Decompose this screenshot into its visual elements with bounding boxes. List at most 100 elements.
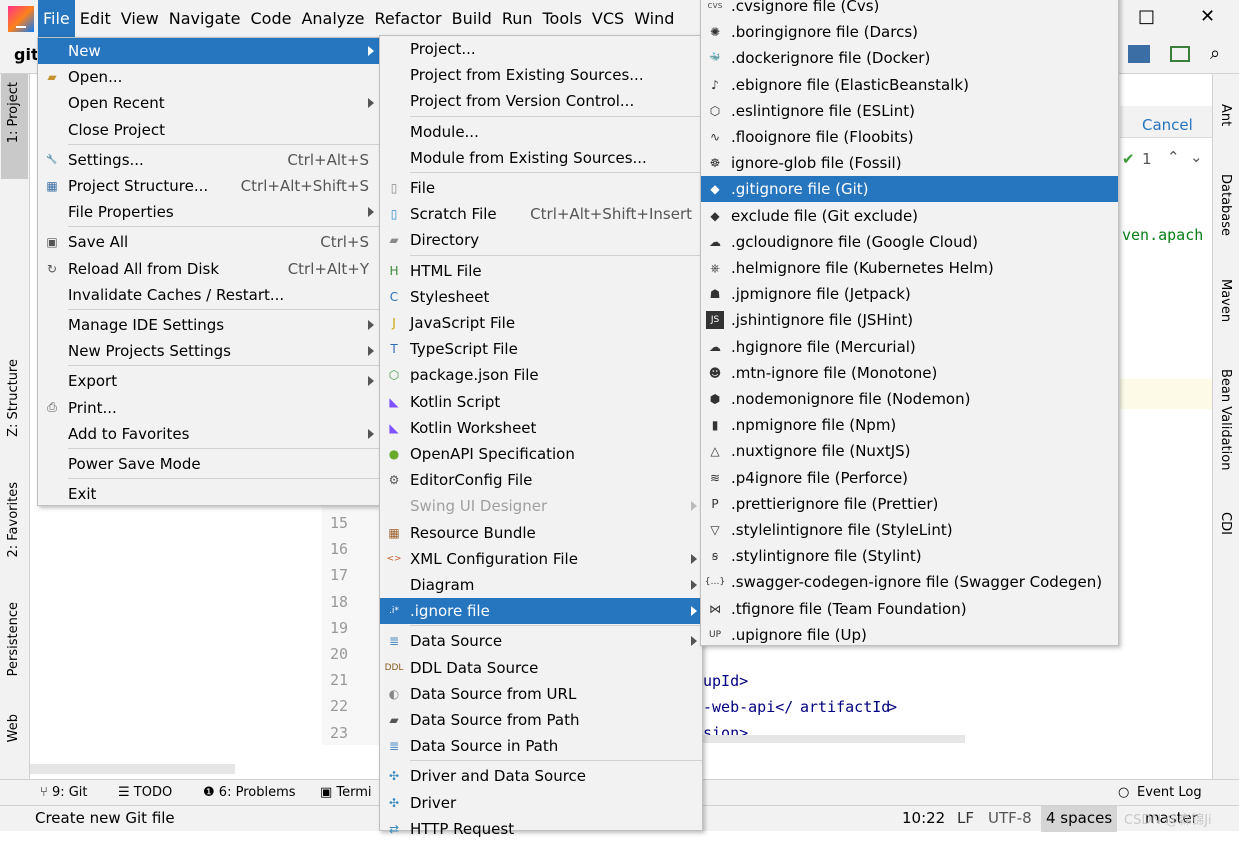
file_menu-item[interactable]: Close Project xyxy=(38,117,379,143)
new_menu-item[interactable]: Project... xyxy=(380,36,702,62)
file_menu-item[interactable]: Export xyxy=(38,368,379,394)
project-tab[interactable]: 1: Project xyxy=(6,82,21,143)
new_menu-item[interactable]: Module... xyxy=(380,119,702,145)
maven-tab[interactable]: Maven xyxy=(1218,279,1233,322)
ignore_menu-item[interactable]: JS .jshintignore file (JSHint) xyxy=(701,307,1118,333)
ignore_menu-item[interactable]: P .prettierignore file (Prettier) xyxy=(701,491,1118,517)
ignore_menu-item[interactable]: ♪ .ebignore file (ElasticBeanstalk) xyxy=(701,72,1118,98)
file_menu-item[interactable]: File Properties xyxy=(38,199,379,225)
next-highlight-button[interactable]: ⌄ xyxy=(1190,148,1203,166)
cdi-tab[interactable]: CDI xyxy=(1218,512,1233,535)
ignore_menu-item[interactable]: ⋈ .tfignore file (Team Foundation) xyxy=(701,596,1118,622)
ignore_menu-item[interactable]: cvs .cvsignore file (Cvs) xyxy=(701,0,1118,19)
ignore_menu-item[interactable]: ꞩ .stylintignore file (Stylint) xyxy=(701,543,1118,569)
ignore_menu-item[interactable]: ✺ .boringignore file (Darcs) xyxy=(701,19,1118,45)
file_menu-item[interactable]: ▣ Save All Ctrl+S xyxy=(38,229,379,255)
file-encoding[interactable]: UTF-8 xyxy=(988,809,1032,827)
ignore_menu-item[interactable]: ∿ .flooignore file (Floobits) xyxy=(701,124,1118,150)
file_menu-item[interactable]: Exit xyxy=(38,481,379,507)
ignore_menu-item[interactable]: ◆ exclude file (Git exclude) xyxy=(701,203,1118,229)
file_menu-item[interactable]: Power Save Mode xyxy=(38,451,379,477)
new_menu-item[interactable]: ◐ Data Source from URL xyxy=(380,681,702,707)
caret-position[interactable]: 10:22 xyxy=(902,809,945,827)
ignore_menu-item[interactable]: ☁ .gcloudignore file (Google Cloud) xyxy=(701,229,1118,255)
new_menu-item[interactable]: ⚙ EditorConfig File xyxy=(380,467,702,493)
ignore_menu-item[interactable]: {…} .swagger-codegen-ignore file (Swagger… xyxy=(701,569,1118,595)
new_menu-item[interactable]: ≣ Data Source in Path xyxy=(380,733,702,759)
new_menu-item[interactable]: ● OpenAPI Specification xyxy=(380,441,702,467)
new_menu-item[interactable]: Module from Existing Sources... xyxy=(380,145,702,171)
menu-build[interactable]: Build xyxy=(447,0,497,37)
menu-analyze[interactable]: Analyze xyxy=(296,0,369,37)
file_menu-item[interactable]: 🔧 Settings... Ctrl+Alt+S xyxy=(38,147,379,173)
new_menu-item[interactable]: J JavaScript File xyxy=(380,310,702,336)
file_menu-item[interactable]: ↻ Reload All from Disk Ctrl+Alt+Y xyxy=(38,256,379,282)
menu-wind[interactable]: Wind xyxy=(629,0,679,37)
file_menu-item[interactable]: ▰ Open... xyxy=(38,64,379,90)
new_menu-item[interactable]: Project from Existing Sources... xyxy=(380,62,702,88)
new_menu-item[interactable]: ✣ Driver and Data Source xyxy=(380,763,702,789)
file_menu-item[interactable]: Open Recent xyxy=(38,90,379,116)
project-structure-icon[interactable] xyxy=(1128,45,1150,63)
new_menu-item[interactable]: ≣ Data Source xyxy=(380,628,702,654)
ignore_menu-item[interactable]: ⬡ .eslintignore file (ESLint) xyxy=(701,98,1118,124)
ignore_menu-item[interactable]: ⬢ .nodemonignore file (Nodemon) xyxy=(701,386,1118,412)
ignore_menu-item[interactable]: ☁ .hgignore file (Mercurial) xyxy=(701,334,1118,360)
ignore_menu-item[interactable]: ☸ ignore-glob file (Fossil) xyxy=(701,150,1118,176)
favorites-tab[interactable]: 2: Favorites xyxy=(6,482,21,558)
maximize-button[interactable]: □ xyxy=(1138,6,1155,27)
web-tab[interactable]: Web xyxy=(6,714,21,742)
ignore_menu-item[interactable]: ▽ .stylelintignore file (StyleLint) xyxy=(701,517,1118,543)
database-tab[interactable]: Database xyxy=(1218,174,1233,236)
ignore_menu-item[interactable]: UP .upignore file (Up) xyxy=(701,622,1118,648)
menu-code[interactable]: Code xyxy=(246,0,297,37)
new_menu-item[interactable]: ⇄ HTTP Request xyxy=(380,816,702,842)
previous-highlight-button[interactable]: ⌃ xyxy=(1167,148,1180,166)
file_menu-item[interactable]: ▦ Project Structure... Ctrl+Alt+Shift+S xyxy=(38,173,379,199)
new_menu-item[interactable]: <> XML Configuration File xyxy=(380,546,702,572)
new_menu-item[interactable]: ▯ File xyxy=(380,175,702,201)
ant-tab[interactable]: Ant xyxy=(1218,104,1233,126)
file_menu-item[interactable]: Manage IDE Settings xyxy=(38,312,379,338)
line-separator[interactable]: LF xyxy=(957,809,974,827)
new_menu-item[interactable]: C Stylesheet xyxy=(380,284,702,310)
new_menu-item[interactable]: H HTML File xyxy=(380,258,702,284)
ignore_menu-item[interactable]: ☗ .jpmignore file (Jetpack) xyxy=(701,281,1118,307)
file_menu-item[interactable]: Invalidate Caches / Restart... xyxy=(38,282,379,308)
close-button[interactable]: ✕ xyxy=(1200,6,1215,27)
menu-vcs[interactable]: VCS xyxy=(587,0,629,37)
editor-scrollbar[interactable] xyxy=(700,735,965,743)
cancel-link[interactable]: Cancel xyxy=(1142,116,1193,134)
menu-edit[interactable]: Edit xyxy=(75,0,116,37)
new_menu-item[interactable]: ⬡ package.json File xyxy=(380,362,702,388)
bean-validation-tab[interactable]: Bean Validation xyxy=(1218,369,1233,470)
new_menu-item[interactable]: ▯ Scratch File Ctrl+Alt+Shift+Insert xyxy=(380,201,702,227)
new_menu-item[interactable]: ▦ Resource Bundle xyxy=(380,520,702,546)
tool-tab-terminal[interactable]: ▣ Termi xyxy=(320,785,372,800)
file_menu-item[interactable]: New Projects Settings xyxy=(38,338,379,364)
new_menu-item[interactable]: ✣ Driver xyxy=(380,790,702,816)
new_menu-item[interactable]: ▰ Data Source from Path xyxy=(380,707,702,733)
file_menu-item[interactable]: Add to Favorites xyxy=(38,421,379,447)
tool-tab-todo[interactable]: ☰ TODO xyxy=(118,785,172,800)
ignore_menu-item[interactable]: ☻ .mtn-ignore file (Monotone) xyxy=(701,360,1118,386)
new_menu-item[interactable]: T TypeScript File xyxy=(380,336,702,362)
new_menu-item[interactable]: Diagram xyxy=(380,572,702,598)
new_menu-item[interactable]: ◣ Kotlin Script xyxy=(380,389,702,415)
new_menu-item[interactable]: ▰ Directory xyxy=(380,227,702,253)
ignore_menu-item[interactable]: △ .nuxtignore file (NuxtJS) xyxy=(701,438,1118,464)
new_menu-item[interactable]: DDL DDL Data Source xyxy=(380,655,702,681)
search-icon[interactable]: ⌕ xyxy=(1210,43,1220,64)
tool-tab-problems[interactable]: ❶ 6: Problems xyxy=(203,785,296,800)
ignore_menu-item[interactable]: ◆ .gitignore file (Git) xyxy=(701,176,1118,203)
structure-tab[interactable]: Z: Structure xyxy=(6,359,21,437)
new_menu-item[interactable]: ◣ Kotlin Worksheet xyxy=(380,415,702,441)
new_menu-item[interactable]: .i* .ignore file xyxy=(380,598,702,625)
event-log-tab[interactable]: Event Log xyxy=(1137,785,1202,800)
project-scrollbar[interactable] xyxy=(30,764,235,774)
ignore_menu-item[interactable]: 🐳 .dockerignore file (Docker) xyxy=(701,45,1118,71)
project-name[interactable]: git xyxy=(14,45,39,64)
file_menu-item[interactable]: ⎙ Print... xyxy=(38,395,379,421)
persistence-tab[interactable]: Persistence xyxy=(6,602,21,676)
menu-run[interactable]: Run xyxy=(497,0,538,37)
